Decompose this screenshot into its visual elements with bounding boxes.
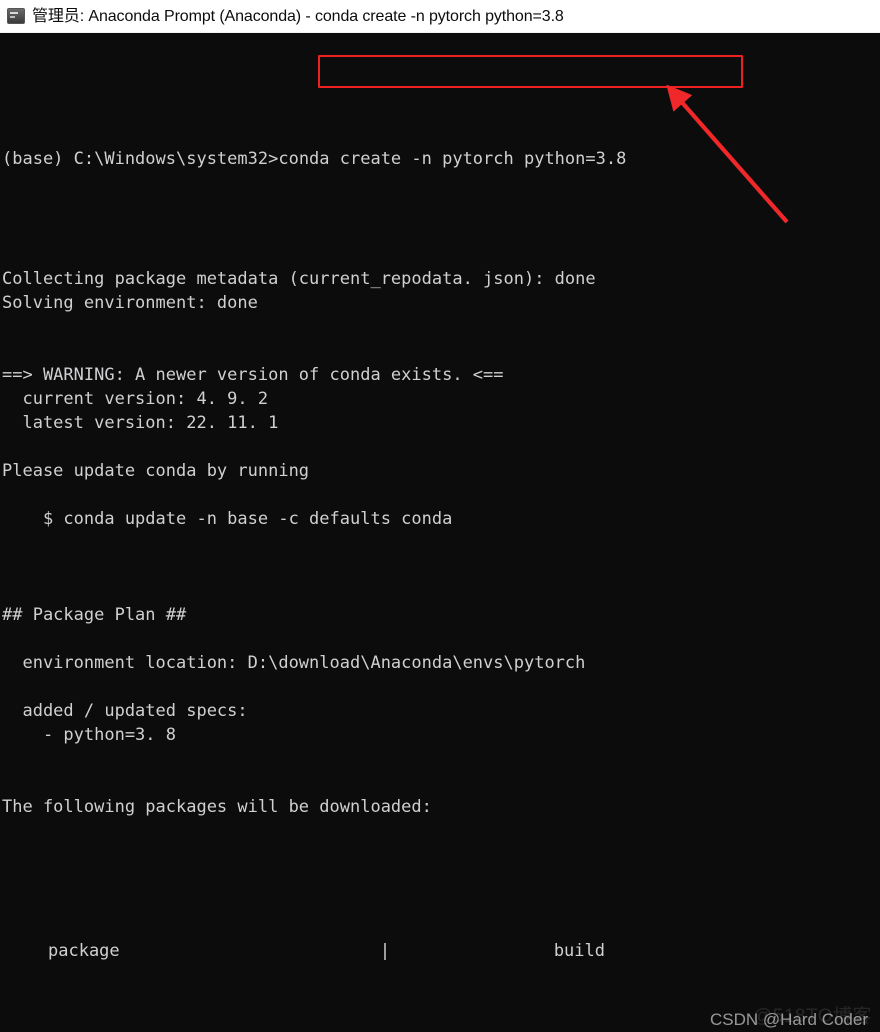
- terminal-line: Solving environment: done: [2, 293, 258, 313]
- terminal-line: - python=3. 8: [2, 725, 176, 745]
- typed-command: conda create -n pytorch python=3.8: [278, 149, 627, 169]
- terminal-line: ==> WARNING: A newer version of conda ex…: [2, 365, 504, 385]
- terminal-line: $ conda update -n base -c defaults conda: [2, 509, 453, 529]
- terminal-pre-table-lines: Collecting package metadata (current_rep…: [0, 267, 880, 843]
- window-title: 管理员: Anaconda Prompt (Anaconda) - conda …: [32, 7, 564, 25]
- terminal-line: The following packages will be downloade…: [2, 797, 432, 817]
- console-icon: [7, 8, 25, 24]
- terminal-line: current version: 4. 9. 2: [2, 389, 269, 409]
- terminal-line: Please update conda by running: [2, 461, 310, 481]
- terminal-line: ## Package Plan ##: [2, 605, 187, 625]
- anaconda-prompt-window: 管理员: Anaconda Prompt (Anaconda) - conda …: [0, 0, 880, 1032]
- terminal-line: Collecting package metadata (current_rep…: [2, 269, 596, 289]
- prompt-line: (base) C:\Windows\system32>conda create …: [0, 147, 880, 171]
- table-header-row: package | build: [0, 939, 880, 963]
- terminal-line: latest version: 22. 11. 1: [2, 413, 279, 433]
- terminal-line: added / updated specs:: [2, 701, 248, 721]
- watermark-csdn: CSDN @Hard Coder: [709, 1010, 868, 1029]
- window-titlebar[interactable]: 管理员: Anaconda Prompt (Anaconda) - conda …: [0, 0, 880, 33]
- table-header-build: build: [553, 941, 605, 961]
- terminal-output[interactable]: (base) C:\Windows\system32>conda create …: [0, 33, 880, 1032]
- terminal-line: environment location: D:\download\Anacon…: [2, 653, 586, 673]
- prompt-prefix: (base) C:\Windows\system32>: [2, 149, 279, 169]
- table-header-separator: |: [379, 941, 391, 961]
- table-header-package: package: [48, 941, 120, 961]
